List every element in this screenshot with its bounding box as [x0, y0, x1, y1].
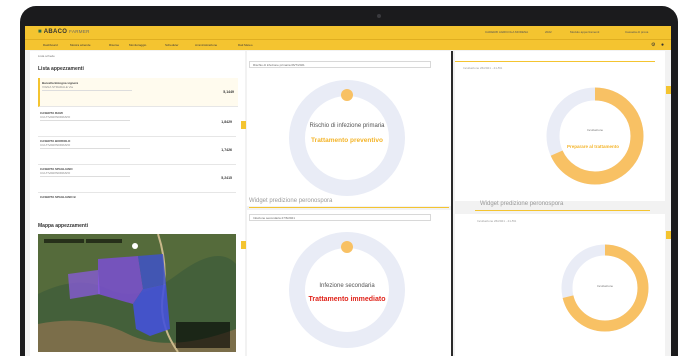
- main-nav: Dashboard Mostra aziende Risorse Monitor…: [25, 39, 671, 50]
- infection-widget-top: Rischio di infezione primaria 06/7/2021 …: [247, 51, 451, 206]
- incubation-status: Preparare al trattamento: [566, 144, 620, 149]
- right-collapse-tab-2[interactable]: [666, 231, 671, 239]
- app-screen: ■ ABACO FARMER CADERZI AGRICOLA MODENA 2…: [25, 26, 671, 356]
- left-column: Lista schede Lista appezzamenti Barcella…: [30, 51, 246, 356]
- camera-icon: [377, 14, 381, 18]
- list-item[interactable]: CASERTA RAMI CULTIVAR/INDIRIZZO 1,8429: [38, 108, 236, 137]
- map-collapse-tab[interactable]: [241, 241, 246, 249]
- infection-dropdown[interactable]: Rischio di infezione primaria 06/7/2021: [249, 61, 431, 68]
- breadcrumb[interactable]: Lista schede: [38, 54, 55, 58]
- list-item[interactable]: CASERTA SPAGLIANO CULTIVAR/INDIRIZZO 5,2…: [38, 164, 236, 193]
- nav-scheduler[interactable]: Scheduler: [165, 43, 179, 47]
- incubation-dropdown[interactable]: Incubazione 26/2021 - 41-5%: [463, 66, 502, 70]
- settings-icon[interactable]: ⚙: [651, 42, 655, 48]
- map-view[interactable]: [38, 234, 236, 352]
- company-selector[interactable]: CADERZI AGRICOLA MODENA: [485, 30, 528, 34]
- nav-meteo[interactable]: Dati Meteo: [238, 43, 253, 47]
- nav-amministrazione[interactable]: Amministrazione: [195, 43, 217, 47]
- list-title: Lista appezzamenti: [38, 66, 84, 72]
- nav-dashboard[interactable]: Dashboard: [43, 43, 58, 47]
- plot-polygon-4: [68, 270, 100, 299]
- column-divider: [451, 51, 453, 356]
- map-pin-icon: [132, 243, 138, 249]
- brand-logo: ■ ABACO FARMER: [38, 29, 90, 35]
- account-selector[interactable]: Cassetta di prova: [625, 30, 648, 34]
- secondary-donut: [289, 232, 405, 348]
- list-item[interactable]: Barcella Bologna vignerà VIGNA STRADALE …: [38, 78, 238, 107]
- map-title: Mappa appezzamenti: [38, 223, 89, 229]
- risk-status: Trattamento preventivo: [311, 137, 383, 144]
- widget-title-right: Widget predizione peronospora: [480, 201, 564, 207]
- list-item[interactable]: CASERTA BORDOLO CULTIVAR/INDIRIZZO 1,742…: [38, 136, 236, 165]
- incubation-widget-bottom: Incubazione 26/2021 - 41-5% Incubazione: [455, 214, 665, 356]
- nav-monitoraggio[interactable]: Monitoraggio: [129, 43, 146, 47]
- map-layer-toggle[interactable]: [86, 239, 122, 243]
- secondary-dropdown[interactable]: Infezione secondaria 27/6/2021: [249, 214, 431, 221]
- title-underline-right: [475, 210, 650, 211]
- list-item[interactable]: CASERTA SPAGLIANO B: [38, 192, 236, 200]
- map-legend: [176, 322, 230, 348]
- incubation-label: Incubazione: [586, 128, 604, 132]
- risk-label: Rischio di infezione primaria: [309, 123, 385, 129]
- year-selector[interactable]: 2022: [545, 30, 552, 34]
- incubation-widget-top: Incubazione 26/2021 - 41-5% Incubazione …: [455, 51, 665, 201]
- right-collapse-tab[interactable]: [666, 86, 671, 94]
- secondary-status: Trattamento immediato: [308, 296, 386, 303]
- infection-widget-bottom: Infezione secondaria 27/6/2021 Infezione…: [247, 210, 451, 356]
- map-coordinates[interactable]: [44, 239, 84, 243]
- nav-risorse[interactable]: Risorse: [109, 43, 119, 47]
- top-bar: ■ ABACO FARMER CADERZI AGRICOLA MODENA 2…: [25, 26, 671, 39]
- secondary-label: Infezione secondaria: [319, 283, 375, 289]
- widget-title-middle: Widget predizione peronospora: [249, 198, 333, 204]
- incubation-label-bottom: Incubazione: [596, 284, 614, 288]
- user-icon[interactable]: ●: [661, 42, 664, 48]
- incubation-dropdown-bottom[interactable]: Incubazione 26/2021 - 41-5%: [477, 219, 516, 223]
- plot-list: Barcella Bologna vignerà VIGNA STRADALE …: [38, 78, 238, 200]
- module-selector[interactable]: Modulo appezzamenti: [570, 30, 599, 34]
- title-underline: [249, 207, 449, 208]
- nav-aziende[interactable]: Mostra aziende: [70, 43, 91, 47]
- list-collapse-tab[interactable]: [241, 121, 246, 129]
- incubation-donut: [546, 87, 644, 185]
